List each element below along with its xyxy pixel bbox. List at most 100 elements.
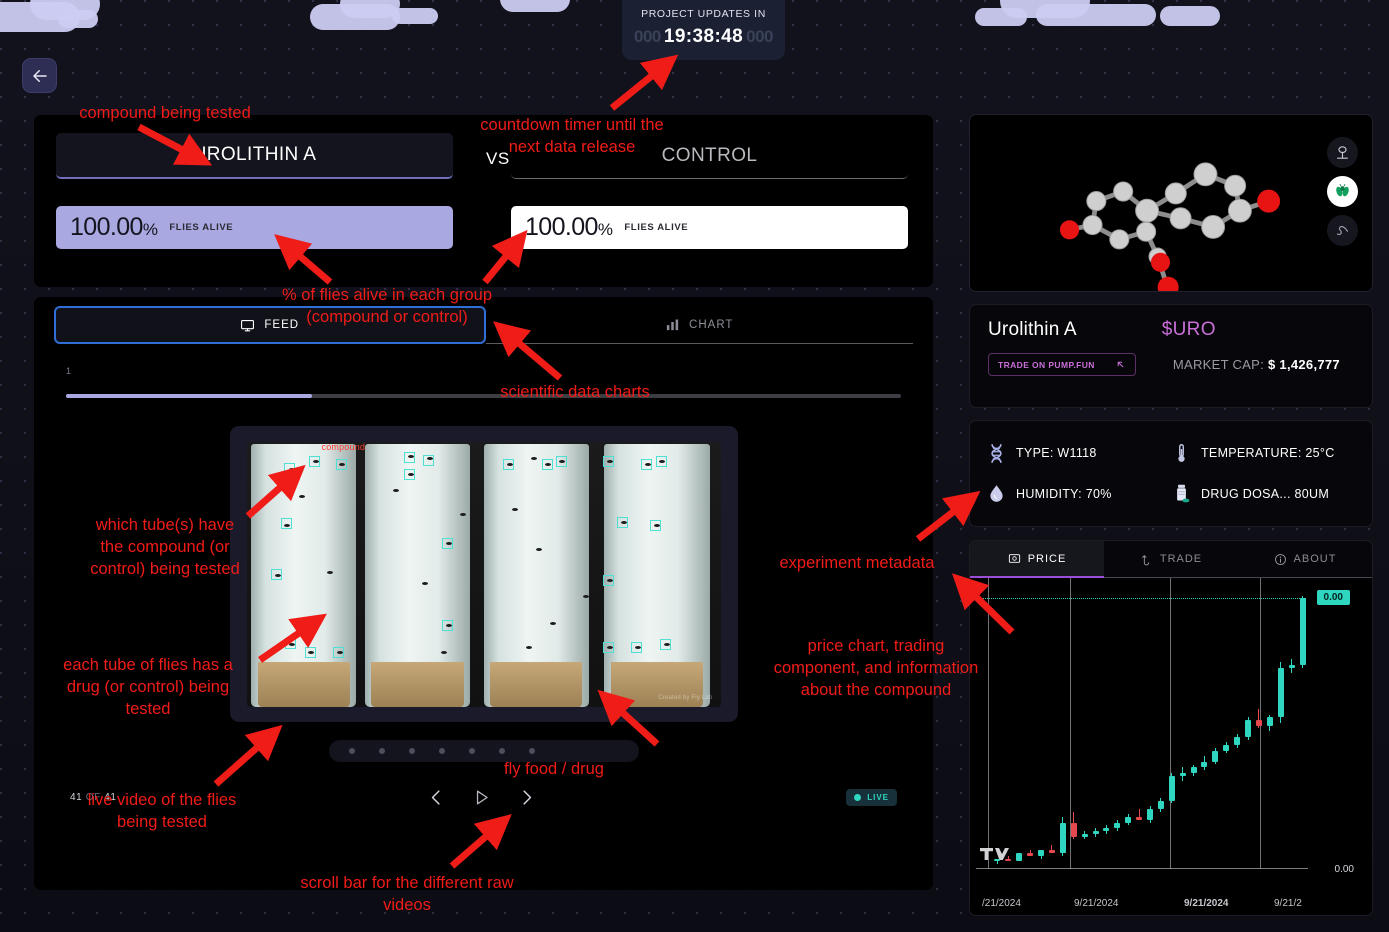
last-price-line <box>976 598 1306 599</box>
toggle-spoon-view[interactable] <box>1327 137 1358 168</box>
countdown-ghost-left: 000 <box>634 27 661 47</box>
tab-trade[interactable]: TRADE <box>1104 541 1238 578</box>
compound-percent-symbol: % <box>143 220 158 239</box>
candlestick <box>1103 578 1109 916</box>
candlestick <box>1223 578 1229 916</box>
chevron-right-icon[interactable] <box>517 788 536 807</box>
dot-indicator[interactable] <box>439 748 445 754</box>
candlestick <box>1147 578 1153 916</box>
app-root: PROJECT UPDATES IN 000 19:38:48 000 UROL… <box>0 0 1389 932</box>
candlestick <box>1245 578 1251 916</box>
vs-label: VS <box>486 149 510 169</box>
metadata-drug-dosage-value: 80UM <box>1295 487 1330 501</box>
control-side: CONTROL 100.00% FLIES ALIVE <box>511 133 908 249</box>
play-icon[interactable] <box>472 788 491 807</box>
candlestick <box>1256 578 1262 916</box>
countdown-timer: PROJECT UPDATES IN 000 19:38:48 000 <box>622 0 785 60</box>
candlestick <box>1289 578 1295 916</box>
candlestick <box>1267 578 1273 916</box>
toggle-worm-view[interactable] <box>1327 215 1358 246</box>
video-counter-total: 41 <box>104 792 116 803</box>
info-icon <box>1274 553 1287 566</box>
dot-indicator[interactable] <box>469 748 475 754</box>
metadata-drug-dosage: DRUG DOSA... 80UM <box>1171 483 1356 504</box>
tab-price[interactable]: PRICE <box>970 541 1104 578</box>
worm-icon <box>1334 222 1351 239</box>
back-button[interactable] <box>22 58 57 93</box>
video-watermark: Created by Fly Lab <box>658 695 712 701</box>
video-player[interactable]: compound <box>230 426 738 722</box>
progress-track[interactable] <box>66 394 901 398</box>
tab-about[interactable]: ABOUT <box>1238 541 1372 578</box>
tab-chart[interactable]: CHART <box>486 306 914 344</box>
compound-alive-stat: 100.00% FLIES ALIVE <box>56 206 453 249</box>
dot-indicator[interactable] <box>529 748 535 754</box>
video-frame: Created by Fly Lab <box>247 442 721 707</box>
tab-price-label: PRICE <box>1028 553 1067 565</box>
candlestick <box>1060 578 1066 916</box>
tab-feed[interactable]: FEED <box>54 306 486 344</box>
candlestick <box>1027 578 1033 916</box>
metadata-type-label: TYPE: <box>1016 446 1054 460</box>
market-cap-value: $ 1,426,777 <box>1268 357 1340 372</box>
live-dot-icon <box>854 794 861 801</box>
countdown-ghost-right: 000 <box>746 27 773 47</box>
control-percent-value: 100.00 <box>525 213 598 241</box>
droplet-icon <box>986 483 1007 504</box>
trade-on-pumpfun-button[interactable]: TRADE ON PUMP.FUN <box>988 353 1136 376</box>
metadata-temperature-label: TEMPERATURE: <box>1201 446 1302 460</box>
control-percent-symbol: % <box>598 220 613 239</box>
dna-icon <box>986 443 1007 464</box>
price-tag-icon <box>1008 552 1021 565</box>
last-price-tag: 0.00 <box>1317 590 1350 605</box>
countdown-label: PROJECT UPDATES IN <box>632 8 775 20</box>
metadata-type: TYPE: W1118 <box>986 443 1171 464</box>
live-label: LIVE <box>867 793 889 802</box>
token-info-panel: Urolithin A $URO TRADE ON PUMP.FUN MARKE… <box>969 304 1373 408</box>
candlestick <box>1169 578 1175 916</box>
toggle-fly-view[interactable] <box>1327 176 1358 207</box>
candlestick <box>1114 578 1120 916</box>
molecule-viewer-panel[interactable] <box>969 114 1373 292</box>
candlestick <box>1093 578 1099 916</box>
metadata-temperature-value: 25°C <box>1305 446 1334 460</box>
candlestick <box>1158 578 1164 916</box>
video-counter-current: 41 <box>70 792 82 803</box>
video-counter-of: OF <box>86 792 101 803</box>
dot-indicator[interactable] <box>379 748 385 754</box>
chevron-left-icon[interactable] <box>427 788 446 807</box>
candlestick <box>1278 578 1284 916</box>
metadata-humidity-label: HUMIDITY: <box>1016 487 1082 501</box>
video-progress[interactable]: 1 <box>34 344 933 398</box>
experiment-comparison-panel: UROLITHIN A 100.00% FLIES ALIVE VS CONTR… <box>34 115 933 287</box>
metadata-drug-dosage-label: DRUG DOSA... <box>1201 487 1291 501</box>
candlestick <box>1300 578 1306 916</box>
compound-tube-label: compound <box>322 442 366 452</box>
pill-bottle-icon <box>1171 483 1192 504</box>
candlestick-chart[interactable]: /21/2024 9/21/2024 9/21/2024 9/21/2 0.00… <box>970 578 1372 916</box>
compound-stat-label: FLIES ALIVE <box>169 222 233 233</box>
candlestick <box>1071 578 1077 916</box>
dot-indicator[interactable] <box>409 748 415 754</box>
video-dot-indicators[interactable] <box>329 740 639 762</box>
tab-about-label: ABOUT <box>1294 553 1337 565</box>
candlestick <box>1082 578 1088 916</box>
control-stat-label: FLIES ALIVE <box>624 222 688 233</box>
tab-chart-label: CHART <box>689 319 733 331</box>
dot-indicator[interactable] <box>349 748 355 754</box>
progress-number: 1 <box>66 366 901 376</box>
candlestick <box>994 578 1000 916</box>
candlestick <box>1038 578 1044 916</box>
token-name: Urolithin A <box>988 319 1077 341</box>
spoon-icon <box>1334 144 1351 161</box>
y-axis-label: 0.00 <box>1335 864 1354 875</box>
candlestick <box>1191 578 1197 916</box>
compound-percent-value: 100.00 <box>70 213 143 241</box>
player-controls: 41 OF 41 LIVE <box>34 788 933 807</box>
arrow-up-left-icon <box>1115 359 1126 370</box>
molecule-3d-render <box>970 115 1372 291</box>
dot-indicator[interactable] <box>499 748 505 754</box>
molecule-view-toggles <box>1327 137 1358 246</box>
control-title: CONTROL <box>511 133 908 179</box>
candlestick <box>1125 578 1131 916</box>
